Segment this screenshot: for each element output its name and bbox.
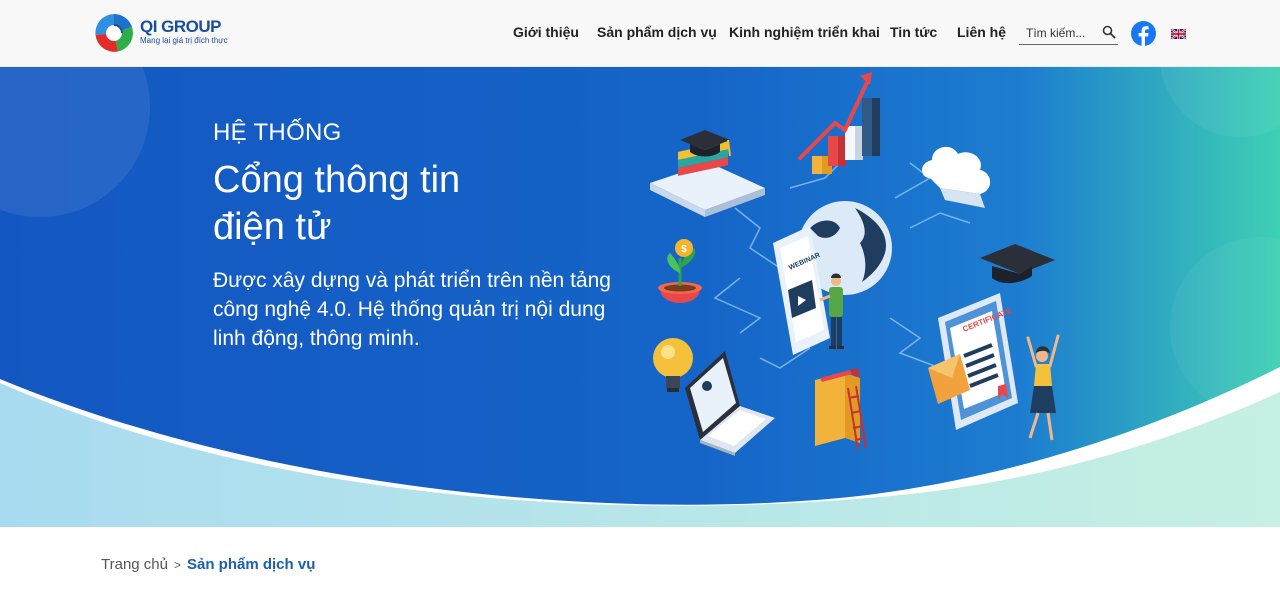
cloud-icon (922, 146, 991, 208)
page: QI GROUP Mang lại giá trị đích thực Giới… (0, 0, 1280, 612)
search-box (1019, 23, 1118, 45)
logo[interactable]: QI GROUP Mang lại giá trị đích thực (94, 13, 228, 53)
hero-title-line2: điện tử (213, 206, 332, 248)
books-cap-icon (650, 130, 765, 217)
hero-title: Cổng thông tin điện tử (213, 157, 573, 251)
logo-text: QI GROUP Mang lại giá trị đích thực (140, 18, 228, 46)
breadcrumb-separator: > (173, 557, 181, 572)
woman-figure-icon (1026, 334, 1060, 441)
brand-tagline: Mang lại giá trị đích thực (140, 36, 228, 45)
hero-title-line1: Cổng thông tin (213, 159, 461, 201)
laptop-icon (685, 351, 775, 456)
search-icon[interactable] (1102, 25, 1116, 39)
facebook-icon[interactable] (1131, 21, 1156, 46)
logo-mark-icon (95, 14, 133, 52)
breadcrumb-current[interactable]: Sản phẩm dịch vụ (187, 556, 315, 573)
money-plant-icon: $ (658, 239, 702, 303)
nav-item-lien-he[interactable]: Liên hệ (957, 24, 1006, 40)
brand-name: QI GROUP (140, 17, 222, 36)
svg-text:$: $ (681, 244, 687, 255)
growth-chart-icon (798, 72, 880, 174)
hero-eyebrow: HỆ THỐNG (213, 119, 342, 146)
lightbulb-icon (653, 338, 693, 392)
nav-item-kinh-nghiem-trien-khai[interactable]: Kinh nghiệm triển khai (729, 24, 880, 40)
nav-item-gioi-thieu[interactable]: Giới thiệu (513, 24, 579, 40)
nav-item-tin-tuc[interactable]: Tin tức (890, 24, 937, 40)
nav-item-san-pham-dich-vu[interactable]: Sản phẩm dịch vụ (597, 24, 717, 40)
breadcrumb-home-link[interactable]: Trang chủ (101, 556, 168, 573)
breadcrumb: Trang chủ > Sản phẩm dịch vụ (101, 556, 315, 573)
site-header: QI GROUP Mang lại giá trị đích thực Giới… (0, 0, 1280, 67)
hero-description: Được xây dựng và phát triển trên nền tản… (213, 269, 611, 350)
bookstack-icon (815, 368, 867, 451)
hero-illustration: $ WEBINAR CERTIFICATE (650, 72, 1060, 456)
uk-flag-icon[interactable] (1171, 29, 1186, 39)
search-input[interactable] (1026, 24, 1098, 42)
